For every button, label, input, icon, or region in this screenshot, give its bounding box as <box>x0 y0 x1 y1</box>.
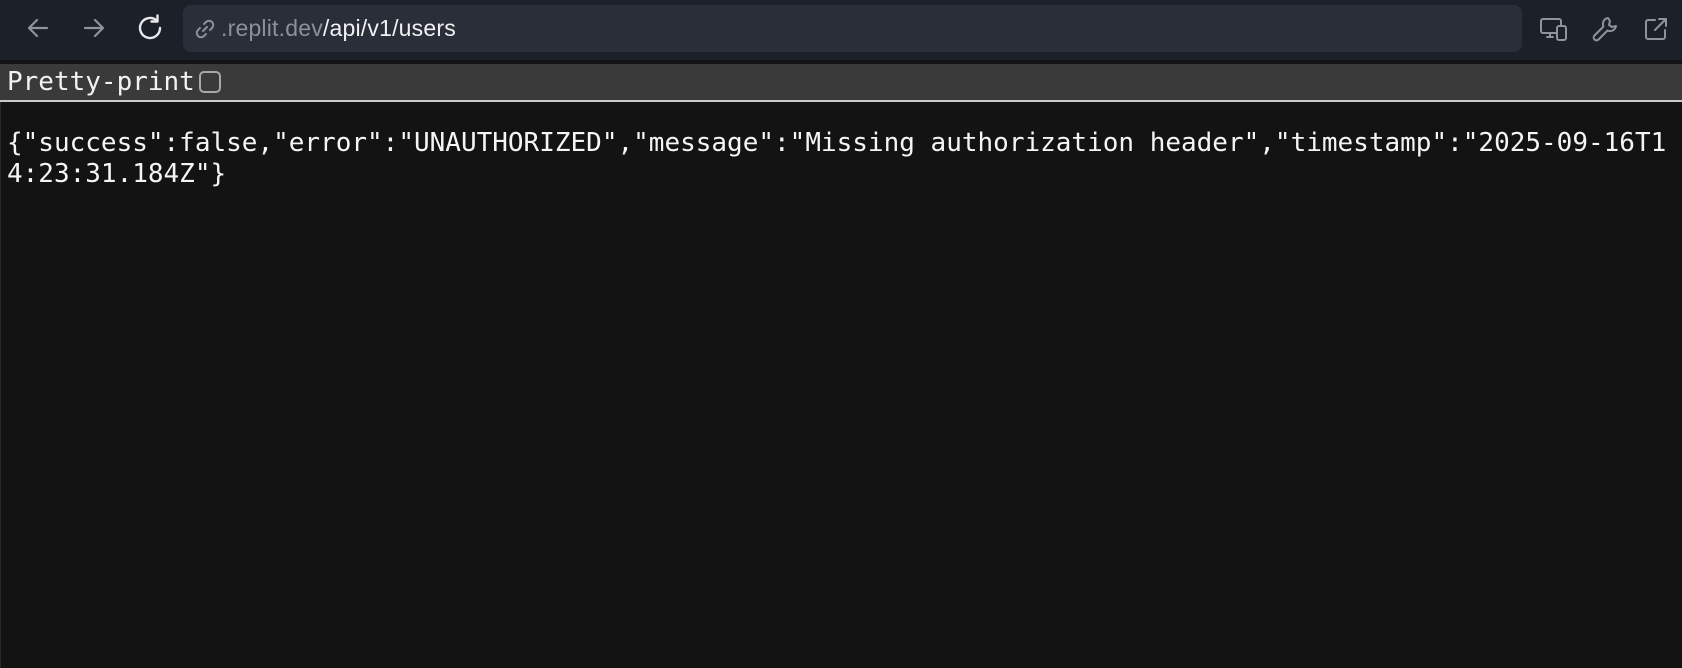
devtools-button[interactable] <box>1585 9 1625 49</box>
browser-toolbar: .replit.dev/api/v1/users <box>0 0 1682 60</box>
link-icon <box>191 15 219 43</box>
open-external-button[interactable] <box>1636 9 1676 49</box>
page-edge <box>0 102 1 668</box>
arrow-left-icon <box>27 18 49 38</box>
devices-icon <box>1540 18 1567 41</box>
pretty-print-bar: Pretty-print <box>0 64 1682 102</box>
devices-button[interactable] <box>1534 9 1574 49</box>
url-text[interactable]: .replit.dev/api/v1/users <box>221 15 456 42</box>
pretty-print-label: Pretty-print <box>7 67 195 97</box>
reload-button[interactable] <box>130 8 170 48</box>
json-response-body: {"success":false,"error":"UNAUTHORIZED",… <box>7 128 1667 189</box>
pretty-print-checkbox[interactable] <box>198 71 221 93</box>
url-path: /api/v1/users <box>322 15 456 41</box>
external-link-icon <box>1645 18 1667 40</box>
forward-button[interactable] <box>74 8 114 48</box>
wrench-icon <box>1592 17 1617 42</box>
reload-icon <box>138 14 162 40</box>
address-bar[interactable]: .replit.dev/api/v1/users <box>183 5 1522 52</box>
back-button[interactable] <box>18 8 58 48</box>
arrow-right-icon <box>83 18 105 38</box>
url-domain: .replit.dev <box>221 15 323 41</box>
